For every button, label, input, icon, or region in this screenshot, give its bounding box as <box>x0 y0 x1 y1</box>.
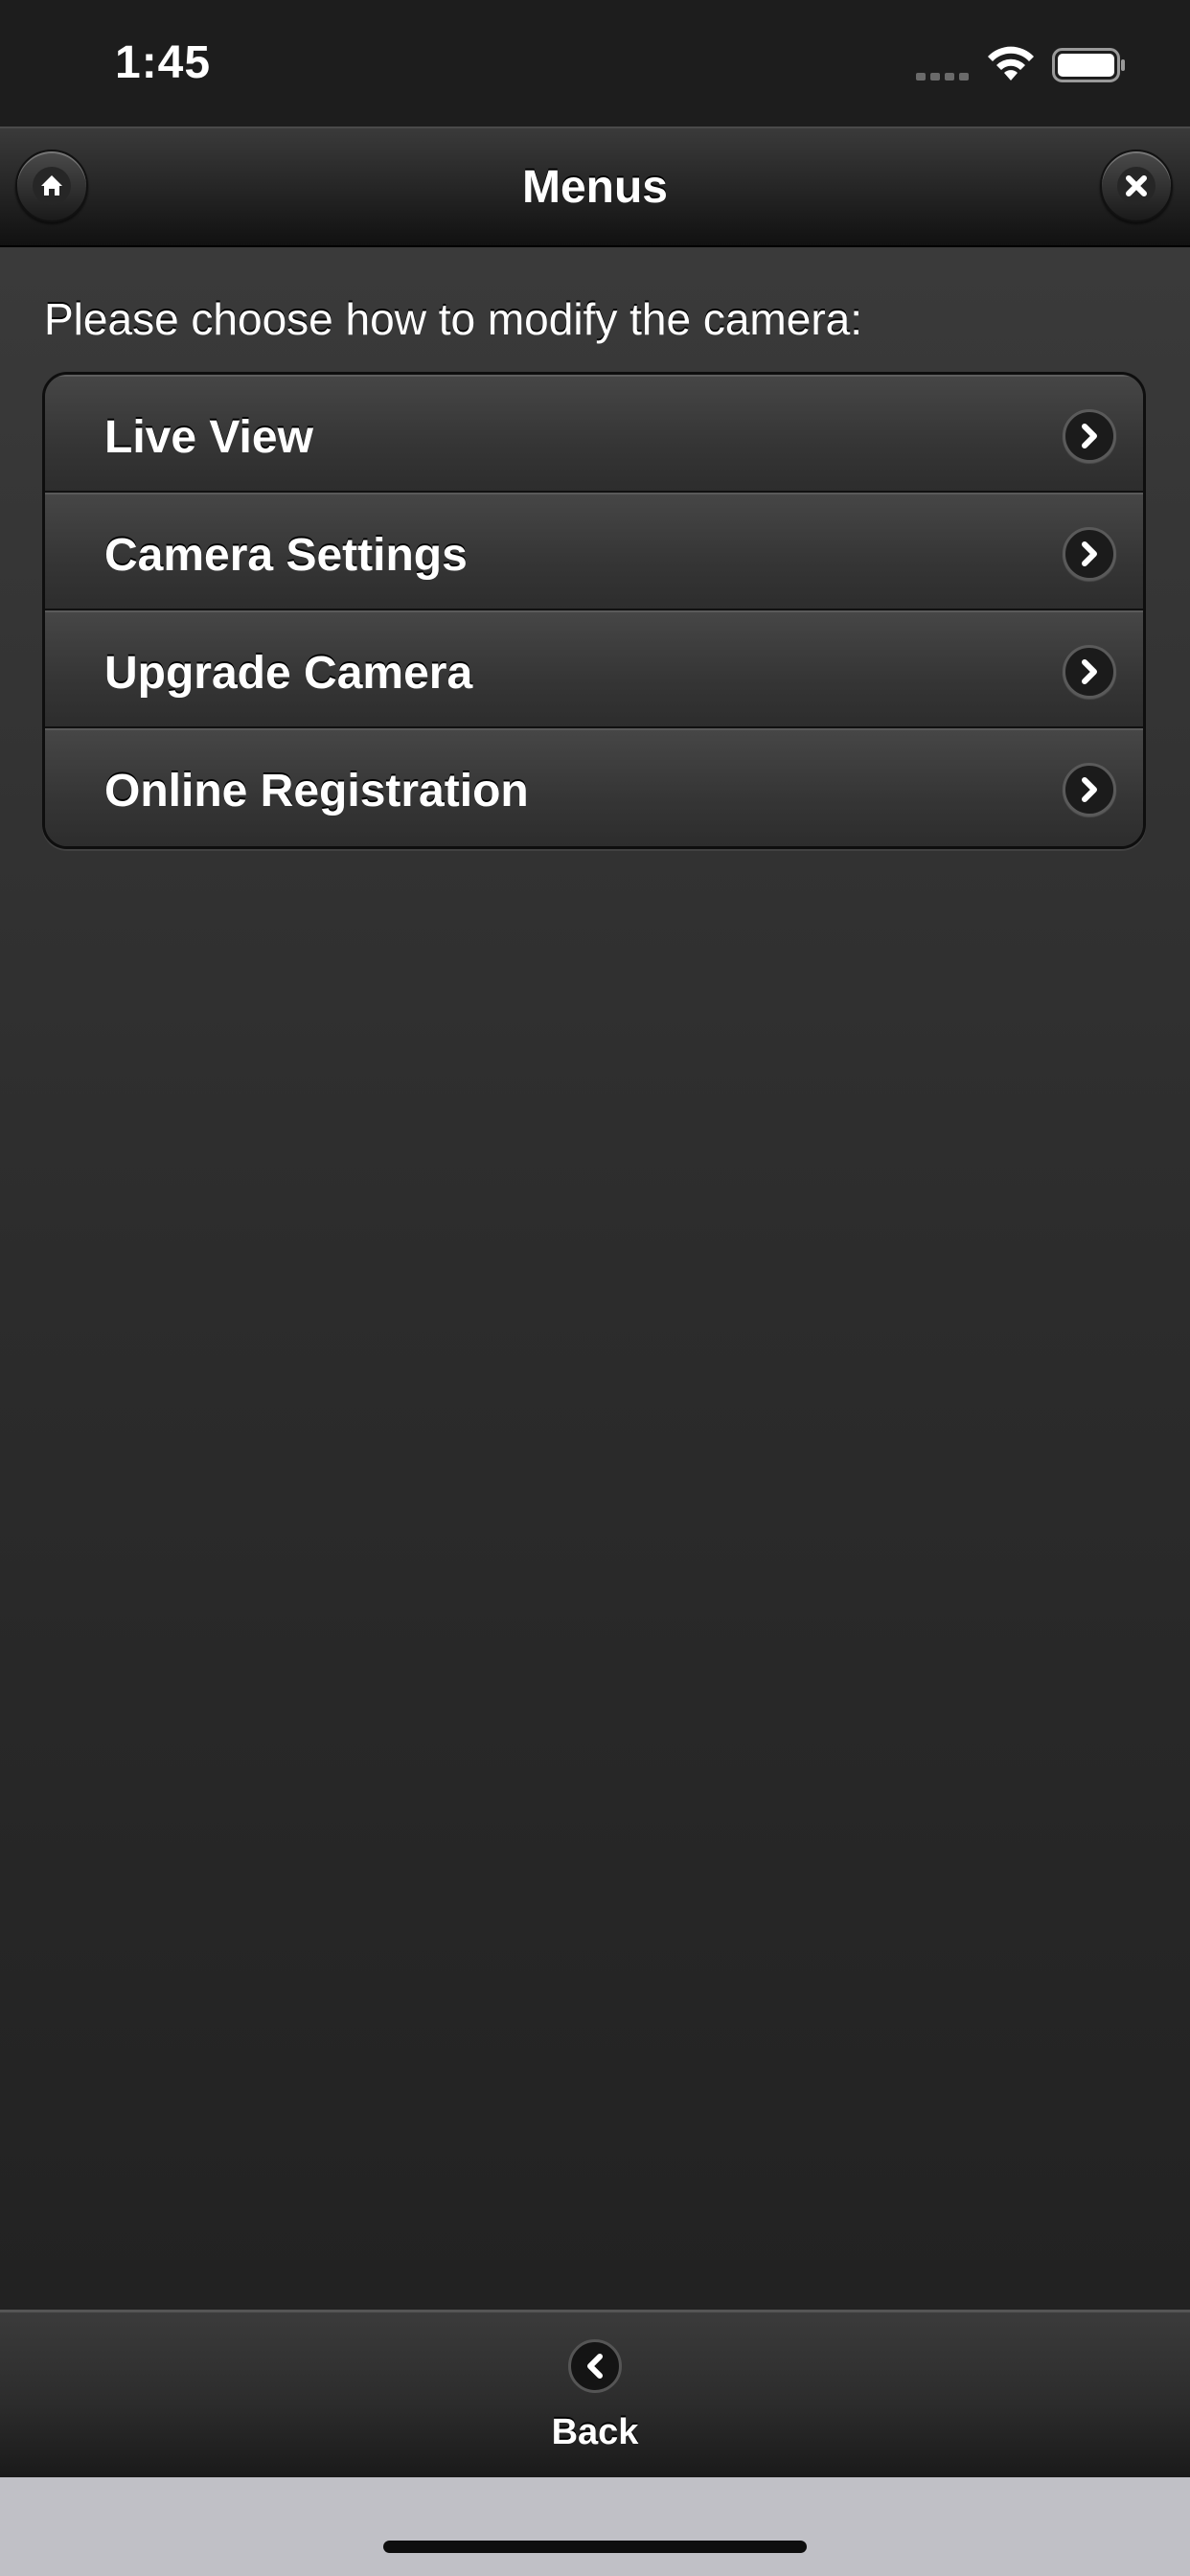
chevron-right-icon <box>1063 645 1116 699</box>
page-title: Menus <box>521 162 668 213</box>
home-indicator-area <box>0 2477 1190 2576</box>
menu-item-label: Camera Settings <box>104 530 468 581</box>
menu-list: Live View Camera Settings Upgrade Camera… <box>42 372 1146 849</box>
wifi-icon <box>988 46 1034 80</box>
chevron-right-icon <box>1063 409 1116 463</box>
header-bar: Menus <box>0 126 1190 247</box>
cellular-signal-icon <box>916 73 970 80</box>
close-icon <box>1117 167 1156 205</box>
footer-bar: Back <box>0 2310 1190 2477</box>
back-label: Back <box>551 2412 639 2452</box>
chevron-right-icon <box>1063 527 1116 581</box>
menu-item-online-registration[interactable]: Online Registration <box>45 728 1143 846</box>
chevron-left-icon <box>568 2339 622 2393</box>
prompt-text: Please choose how to modify the camera: <box>44 294 863 344</box>
menu-item-camera-settings[interactable]: Camera Settings <box>45 493 1143 610</box>
chevron-right-icon <box>1063 763 1116 816</box>
app-screen: 1:45 Menus Please choose how to modify t… <box>0 0 1190 2576</box>
status-bar: 1:45 <box>0 0 1190 126</box>
menu-item-upgrade-camera[interactable]: Upgrade Camera <box>45 610 1143 728</box>
content-area: Please choose how to modify the camera: … <box>0 247 1190 2310</box>
menu-item-label: Live View <box>104 412 313 463</box>
menu-item-label: Upgrade Camera <box>104 648 473 699</box>
battery-icon <box>1052 48 1125 82</box>
menu-item-live-view[interactable]: Live View <box>45 375 1143 493</box>
close-button[interactable] <box>1100 150 1173 222</box>
menu-item-label: Online Registration <box>104 766 529 816</box>
status-time: 1:45 <box>115 37 212 88</box>
home-indicator[interactable] <box>383 2541 807 2553</box>
back-button[interactable]: Back <box>499 2326 691 2470</box>
